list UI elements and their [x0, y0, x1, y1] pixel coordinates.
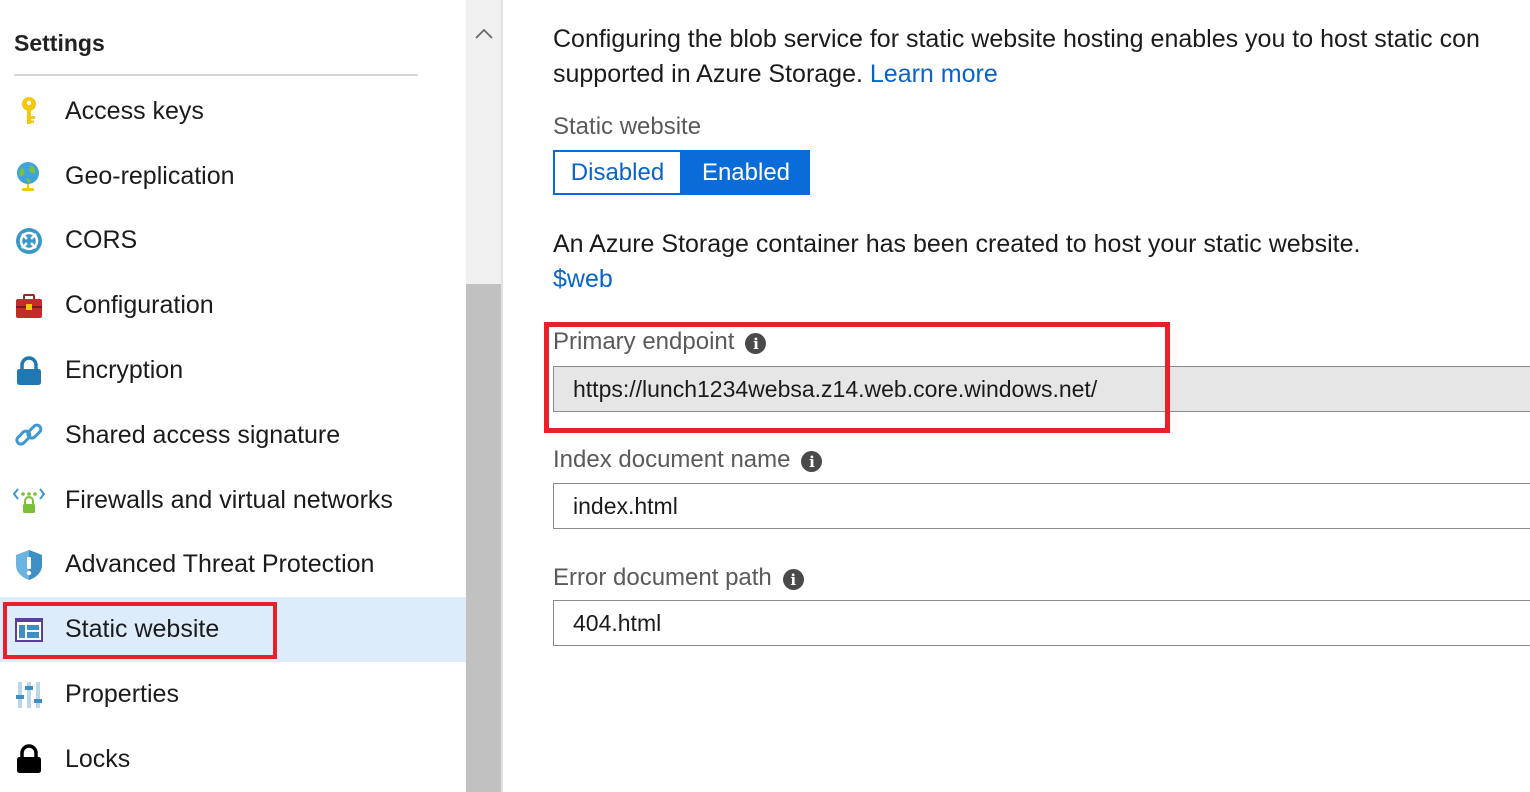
settings-nav: Access keys Geo-replication CORS Configu…	[0, 79, 466, 792]
disabled-option-button[interactable]: Disabled	[553, 150, 682, 195]
padlock-icon	[13, 743, 45, 775]
sidebar-item-label: Properties	[65, 680, 179, 709]
cors-icon	[13, 225, 45, 257]
sidebar-item-geo-replication[interactable]: Geo-replication	[0, 144, 466, 209]
intro-line-2: supported in Azure Storage. Learn more	[553, 57, 1530, 92]
sidebar-item-label: CORS	[65, 226, 138, 255]
sidebar-item-configuration[interactable]: Configuration	[0, 273, 466, 338]
static-website-label: Static website	[553, 113, 702, 140]
sidebar-item-shared-access-signature[interactable]: Shared access signature	[0, 403, 466, 468]
sidebar-item-access-keys[interactable]: Access keys	[0, 79, 466, 144]
error-document-label: Error document path i	[553, 564, 804, 592]
error-document-label-text: Error document path	[553, 564, 772, 591]
intro-description: Configuring the blob service for static …	[553, 22, 1530, 92]
sidebar-item-advanced-threat-protection[interactable]: Advanced Threat Protection	[0, 533, 466, 598]
index-document-label: Index document name i	[553, 446, 823, 474]
chevron-up-icon	[474, 27, 494, 45]
sidebar-item-cors[interactable]: CORS	[0, 209, 466, 274]
key-icon	[13, 95, 45, 127]
sidebar-divider	[14, 74, 418, 76]
sidebar-item-firewalls[interactable]: Firewalls and virtual networks	[0, 468, 466, 533]
index-document-input[interactable]: index.html	[553, 483, 1530, 529]
sidebar-item-label: Locks	[65, 744, 131, 773]
settings-sidebar: Settings Access keys Geo-replication COR…	[0, 0, 466, 792]
static-website-pane: Configuring the blob service for static …	[503, 0, 1530, 792]
primary-endpoint-label: Primary endpoint i	[553, 328, 767, 356]
toolbox-icon	[13, 290, 45, 322]
sidebar-heading: Settings	[14, 30, 105, 56]
intro-line-1: Configuring the blob service for static …	[553, 25, 1480, 53]
link-icon	[13, 419, 45, 451]
sidebar-item-label: Shared access signature	[65, 420, 341, 449]
static-website-toggle[interactable]: Disabled Enabled	[553, 150, 810, 195]
index-document-label-text: Index document name	[553, 446, 791, 473]
sidebar-item-label: Encryption	[65, 356, 184, 385]
error-document-input[interactable]: 404.html	[553, 600, 1530, 646]
intro-line-2-text: supported in Azure Storage.	[553, 60, 863, 88]
static-website-icon	[13, 614, 45, 646]
sidebar-item-label: Static website	[65, 615, 220, 644]
web-container-link[interactable]: $web	[553, 262, 613, 297]
sidebar-item-label: Access keys	[65, 96, 204, 125]
primary-endpoint-label-text: Primary endpoint	[553, 328, 735, 355]
sidebar-item-label: Configuration	[65, 291, 214, 320]
sidebar-item-static-website[interactable]: Static website	[0, 597, 466, 663]
shield-icon	[13, 549, 45, 581]
info-icon[interactable]: i	[801, 451, 823, 472]
sidebar-item-properties[interactable]: Properties	[0, 662, 466, 727]
scrollbar-thumb[interactable]	[466, 284, 501, 792]
properties-icon	[13, 679, 45, 711]
sidebar-item-label: Geo-replication	[65, 161, 235, 190]
firewall-network-icon	[13, 484, 45, 516]
sidebar-item-label: Firewalls and virtual networks	[65, 485, 393, 514]
lock-icon	[13, 355, 45, 387]
primary-endpoint-field[interactable]: https://lunch1234websa.z14.web.core.wind…	[553, 366, 1530, 412]
container-created-message: An Azure Storage container has been crea…	[553, 230, 1361, 258]
learn-more-link[interactable]: Learn more	[870, 60, 998, 88]
info-icon[interactable]: i	[782, 569, 804, 590]
scroll-up-button[interactable]	[466, 16, 501, 56]
info-icon[interactable]: i	[745, 333, 767, 354]
globe-icon	[13, 160, 45, 192]
sidebar-item-locks[interactable]: Locks	[0, 727, 466, 792]
enabled-option-button[interactable]: Enabled	[682, 150, 810, 195]
sidebar-scrollbar[interactable]	[466, 0, 501, 792]
sidebar-item-encryption[interactable]: Encryption	[0, 338, 466, 403]
sidebar-item-label: Advanced Threat Protection	[65, 550, 375, 579]
